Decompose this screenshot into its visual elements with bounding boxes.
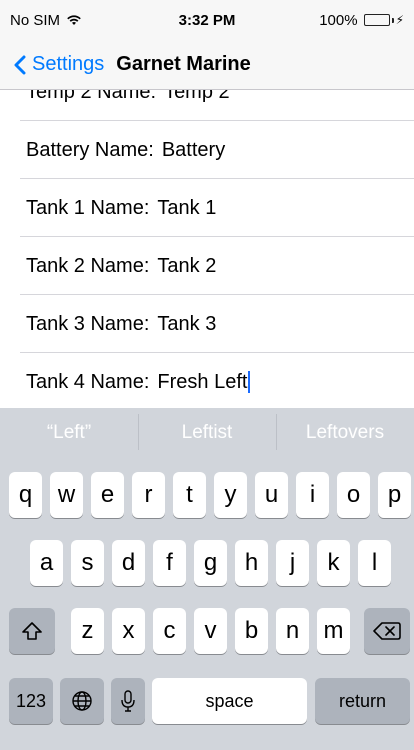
- tank4-name-input[interactable]: Fresh Left: [157, 371, 247, 394]
- shift-key[interactable]: [9, 608, 55, 654]
- dictation-key[interactable]: [111, 678, 145, 724]
- battery-icon: ⚡: [363, 13, 404, 27]
- key-r[interactable]: r: [132, 472, 165, 518]
- key-m[interactable]: m: [317, 608, 350, 654]
- keyboard: “Left” Leftist Leftovers q w e r t y u i…: [0, 408, 414, 750]
- key-o[interactable]: o: [337, 472, 370, 518]
- list-row-battery[interactable]: Battery Name: Battery: [0, 121, 414, 179]
- key-i[interactable]: i: [296, 472, 329, 518]
- key-z[interactable]: z: [71, 608, 104, 654]
- page-title: Garnet Marine: [116, 53, 251, 75]
- list-row-tank2[interactable]: Tank 2 Name: Tank 2: [0, 237, 414, 295]
- charging-bolt-icon: ⚡: [395, 13, 404, 27]
- row-value: Tank 1: [157, 196, 217, 219]
- key-l[interactable]: l: [358, 540, 391, 586]
- shift-icon: [22, 622, 42, 640]
- globe-key[interactable]: [60, 678, 104, 724]
- list-row-tank1[interactable]: Tank 1 Name: Tank 1: [0, 179, 414, 237]
- space-key[interactable]: space: [152, 678, 307, 724]
- list-row-tank3[interactable]: Tank 3 Name: Tank 3: [0, 295, 414, 353]
- key-q[interactable]: q: [9, 472, 42, 518]
- navigation-bar: Settings Garnet Marine: [0, 40, 414, 90]
- microphone-icon: [121, 690, 135, 712]
- battery-percent: 100%: [319, 11, 358, 29]
- key-g[interactable]: g: [194, 540, 227, 586]
- row-value: Battery: [161, 138, 226, 161]
- settings-list[interactable]: Temp 2 Name: Temp 2 Battery Name: Batter…: [0, 90, 414, 408]
- row-label: Battery Name:: [26, 138, 154, 161]
- row-label: Tank 4 Name:: [26, 370, 150, 393]
- key-b[interactable]: b: [235, 608, 268, 654]
- status-left: No SIM: [10, 12, 82, 29]
- suggestion-1[interactable]: “Left”: [0, 422, 138, 444]
- back-button[interactable]: Settings: [0, 53, 104, 76]
- row-value: Tank 3: [157, 312, 217, 335]
- key-e[interactable]: e: [91, 472, 124, 518]
- back-label: Settings: [32, 53, 105, 75]
- key-k[interactable]: k: [317, 540, 350, 586]
- suggestion-bar: “Left” Leftist Leftovers: [0, 408, 414, 458]
- row-value: Tank 2: [157, 254, 217, 277]
- key-t[interactable]: t: [173, 472, 206, 518]
- chevron-left-icon: [14, 55, 26, 74]
- key-p[interactable]: p: [378, 472, 411, 518]
- suggestion-2[interactable]: Leftist: [138, 414, 276, 450]
- carrier-text: No SIM: [10, 11, 61, 29]
- delete-icon: [373, 622, 401, 640]
- numbers-key[interactable]: 123: [9, 678, 53, 724]
- key-y[interactable]: y: [214, 472, 247, 518]
- globe-icon: [72, 691, 92, 711]
- key-w[interactable]: w: [50, 472, 83, 518]
- row-label: Tank 1 Name:: [26, 196, 150, 219]
- key-n[interactable]: n: [276, 608, 309, 654]
- row-label: Temp 2 Name:: [26, 90, 157, 103]
- status-bar: No SIM 3:32 PM 100% ⚡: [0, 0, 414, 40]
- text-cursor: [248, 371, 251, 393]
- key-j[interactable]: j: [276, 540, 309, 586]
- key-c[interactable]: c: [153, 608, 186, 654]
- suggestion-3[interactable]: Leftovers: [276, 414, 414, 450]
- key-v[interactable]: v: [194, 608, 227, 654]
- wifi-icon: [66, 14, 82, 26]
- row-label: Tank 2 Name:: [26, 254, 150, 277]
- row-value: Temp 2: [164, 90, 230, 103]
- key-f[interactable]: f: [153, 540, 186, 586]
- key-u[interactable]: u: [255, 472, 288, 518]
- list-row-temp2[interactable]: Temp 2 Name: Temp 2: [0, 90, 414, 121]
- list-row-tank4[interactable]: Tank 4 Name: Fresh Left: [0, 353, 414, 408]
- key-d[interactable]: d: [112, 540, 145, 586]
- key-a[interactable]: a: [30, 540, 63, 586]
- status-right: 100% ⚡: [319, 12, 404, 29]
- row-label: Tank 3 Name:: [26, 312, 150, 335]
- key-h[interactable]: h: [235, 540, 268, 586]
- key-x[interactable]: x: [112, 608, 145, 654]
- key-s[interactable]: s: [71, 540, 104, 586]
- return-key[interactable]: return: [315, 678, 410, 724]
- delete-key[interactable]: [364, 608, 410, 654]
